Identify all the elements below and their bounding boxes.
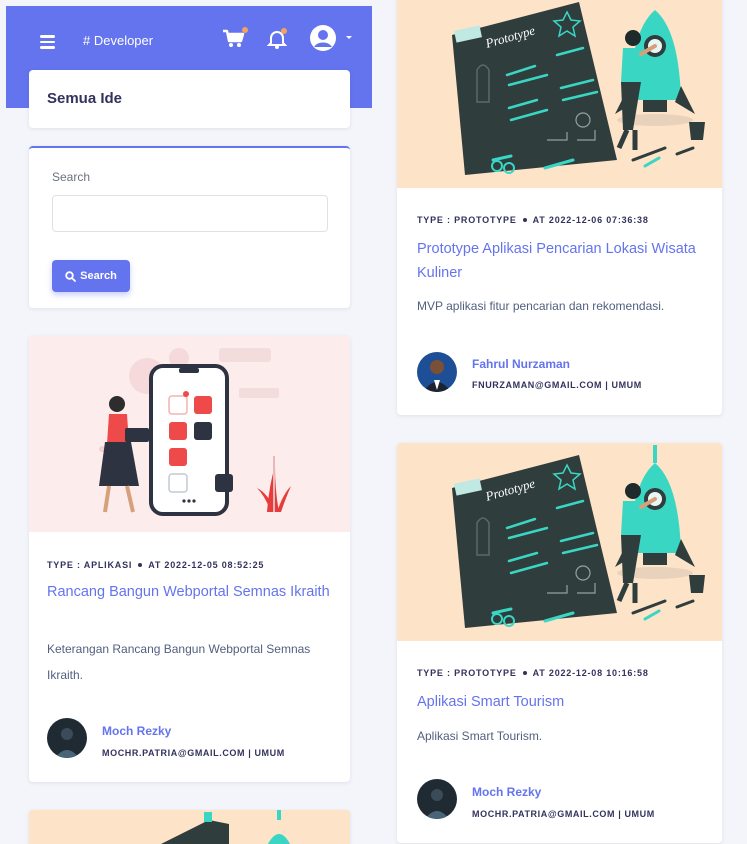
avatar[interactable] <box>417 352 457 392</box>
idea-card <box>29 810 350 844</box>
idea-date: AT 2022-12-08 10:16:58 <box>532 668 649 678</box>
search-button-label: Search <box>80 270 117 282</box>
author-name-link[interactable]: Moch Rezky <box>472 785 541 799</box>
phone-app-illustration[interactable] <box>29 336 350 532</box>
idea-date: AT 2022-12-05 08:52:25 <box>148 560 265 570</box>
idea-card: Prototype <box>397 0 722 415</box>
search-icon <box>65 270 77 282</box>
bell-icon[interactable] <box>266 28 288 50</box>
cart-icon[interactable] <box>222 27 248 50</box>
search-card: Search Search <box>29 146 350 308</box>
avatar[interactable] <box>47 718 87 758</box>
user-icon <box>310 25 336 51</box>
idea-type: TYPE : APLIKASI <box>47 560 133 570</box>
author-email: MOCHR.PATRIA@GMAIL.COM | UMUM <box>472 809 655 819</box>
bell-badge-dot <box>281 28 287 34</box>
idea-type: TYPE : PROTOTYPE <box>417 668 517 678</box>
idea-date: AT 2022-12-06 07:36:38 <box>532 215 649 225</box>
menu-icon[interactable] <box>40 35 55 49</box>
idea-description: Keterangan Rancang Bangun Webportal Semn… <box>47 642 311 682</box>
idea-meta: TYPE : PROTOTYPE AT 2022-12-06 07:36:38 <box>417 215 649 225</box>
idea-card: TYPE : APLIKASI AT 2022-12-05 08:52:25 Ra… <box>29 336 350 782</box>
idea-type: TYPE : PROTOTYPE <box>417 215 517 225</box>
prototype-rocket-illustration[interactable]: Prototype <box>397 0 722 188</box>
page-title: Semua Ide <box>47 90 123 107</box>
idea-description: Aplikasi Smart Tourism. <box>417 729 543 743</box>
idea-title-link[interactable]: Rancang Bangun Webportal Semnas Ikraith <box>47 580 337 604</box>
idea-meta: TYPE : APLIKASI AT 2022-12-05 08:52:25 <box>47 560 264 570</box>
idea-meta: TYPE : PROTOTYPE AT 2022-12-08 10:16:58 <box>417 668 649 678</box>
idea-card: Prototype <box>397 443 722 843</box>
prototype-rocket-illustration[interactable]: Prototype <box>397 443 722 641</box>
author-email: MOCHR.PATRIA@GMAIL.COM | UMUM <box>102 748 285 758</box>
left-column: # Developer Semua Ide Search Search TYPE… <box>0 0 372 844</box>
author-name-link[interactable]: Moch Rezky <box>102 724 171 738</box>
search-input[interactable] <box>52 195 328 232</box>
brand-label[interactable]: # Developer <box>83 33 153 48</box>
idea-title-link[interactable]: Prototype Aplikasi Pencarian Lokasi Wisa… <box>417 237 707 285</box>
caret-down-icon <box>346 36 352 39</box>
user-menu-button[interactable] <box>309 24 357 52</box>
avatar[interactable] <box>417 779 457 819</box>
idea-title-link[interactable]: Aplikasi Smart Tourism <box>417 690 707 714</box>
author-email: FNURZAMAN@GMAIL.COM | UMUM <box>472 380 642 390</box>
search-button[interactable]: Search <box>52 260 130 292</box>
cart-badge-dot <box>242 27 248 33</box>
right-column: Prototype TYPE: PROTOTYPE AT 2022-12-06… <box>372 0 747 844</box>
author-name-link[interactable]: Fahrul Nurzaman <box>472 357 570 371</box>
search-label: Search <box>52 170 91 184</box>
page-title-card: Semua Ide <box>29 70 350 128</box>
idea-description: MVP aplikasi fitur pencarian dan rekomen… <box>417 299 665 313</box>
